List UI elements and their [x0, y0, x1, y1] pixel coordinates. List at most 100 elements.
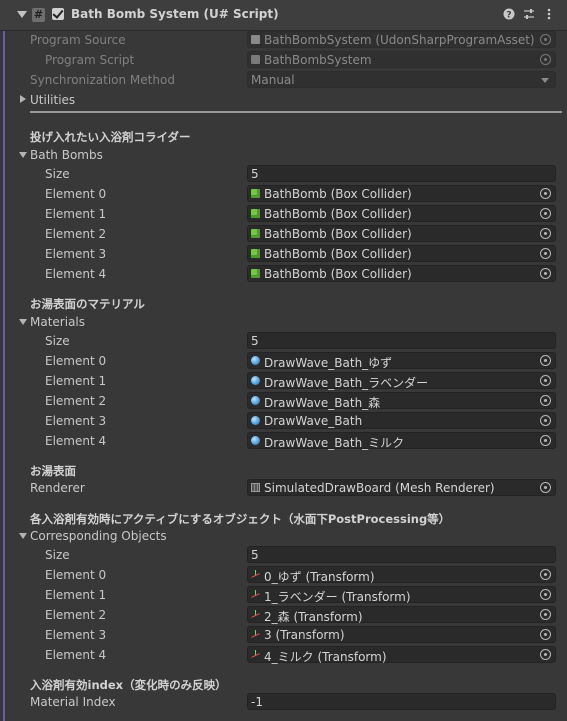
object-picker-icon[interactable] [540, 629, 551, 640]
materials-element-row: Element 2 DrawWave_Bath_森 [0, 391, 567, 411]
objects-element-row: Element 2 2_森 (Transform) [0, 605, 567, 625]
bath-bombs-element-row: Element 0 BathBomb (Box Collider) [0, 184, 567, 204]
object-field-value[interactable]: 3 (Transform) [264, 628, 345, 642]
material-object-field[interactable]: DrawWave_Bath_ミルク [247, 432, 556, 451]
material-index-label: Material Index [30, 695, 116, 709]
material-object-field[interactable]: DrawWave_Bath [247, 412, 556, 429]
bath-bomb-object-field[interactable]: BathBomb (Box Collider) [247, 265, 556, 282]
materials-element-row: Element 0 DrawWave_Bath_ゆず [0, 351, 567, 371]
transform-object-field[interactable]: 3 (Transform) [247, 626, 556, 643]
component-enabled-checkbox[interactable] [52, 8, 64, 20]
component-header[interactable]: # Bath Bomb System (U# Script) ? [0, 0, 567, 31]
chevron-down-icon[interactable] [19, 533, 27, 539]
objects-size-row: Size 5 [0, 545, 567, 565]
size-label: Size [45, 167, 70, 181]
object-picker-icon[interactable] [540, 228, 551, 239]
chevron-down-icon[interactable] [19, 152, 27, 158]
object-field-value[interactable]: BathBomb (Box Collider) [264, 187, 412, 201]
object-field-value[interactable]: DrawWave_Bath_ゆず [264, 354, 392, 371]
object-picker-icon[interactable] [540, 395, 551, 406]
surface-header: お湯表面 [30, 464, 76, 478]
object-field-value[interactable]: 0_ゆず (Transform) [264, 568, 375, 585]
objects-foldout[interactable]: Corresponding Objects [0, 526, 567, 546]
program-script-row: Program Script BathBombSystem [0, 50, 567, 70]
object-picker-icon[interactable] [540, 589, 551, 600]
material-index-value[interactable]: -1 [251, 695, 263, 709]
bath-bombs-foldout[interactable]: Bath Bombs [0, 145, 567, 165]
chevron-down-icon [541, 78, 549, 83]
object-picker-icon[interactable] [540, 415, 551, 426]
bath-bomb-object-field[interactable]: BathBomb (Box Collider) [247, 245, 556, 262]
bath-bomb-object-field[interactable]: BathBomb (Box Collider) [247, 205, 556, 222]
bath-bombs-header-row: 投げ入れたい入浴剤コライダー [0, 126, 567, 146]
object-picker-icon[interactable] [540, 375, 551, 386]
object-picker-icon [540, 54, 551, 65]
bath-bombs-size-input[interactable]: 5 [247, 165, 556, 182]
bath-bomb-object-field[interactable]: BathBomb (Box Collider) [247, 185, 556, 202]
help-icon[interactable]: ? [503, 8, 515, 22]
bath-bombs-list-label[interactable]: Bath Bombs [30, 148, 103, 162]
box-collider-icon [251, 249, 260, 258]
objects-size-input[interactable]: 5 [247, 546, 556, 563]
materials-size-row: Size 5 [0, 331, 567, 351]
material-object-field[interactable]: DrawWave_Bath_森 [247, 392, 556, 411]
object-field-value[interactable]: 1_ラベンダー (Transform) [264, 588, 411, 605]
program-script-label: Program Script [45, 53, 135, 67]
object-field-value[interactable]: DrawWave_Bath_森 [264, 394, 380, 411]
chevron-down-icon[interactable] [19, 319, 27, 325]
chevron-right-icon[interactable] [20, 95, 26, 103]
element-label: Element 0 [45, 187, 107, 201]
object-picker-icon[interactable] [540, 435, 551, 446]
utilities-foldout[interactable]: Utilities [0, 90, 567, 110]
bath-bomb-object-field[interactable]: BathBomb (Box Collider) [247, 225, 556, 242]
objects-list-label[interactable]: Corresponding Objects [30, 529, 167, 543]
materials-list-label[interactable]: Materials [30, 315, 85, 329]
transform-object-field[interactable]: 2_森 (Transform) [247, 606, 556, 625]
kebab-menu-icon[interactable] [543, 8, 555, 22]
program-source-field: BathBombSystem (UdonSharpProgramAsset) [247, 31, 556, 48]
material-index-input[interactable]: -1 [247, 693, 556, 710]
sliders-icon[interactable] [523, 8, 535, 22]
object-picker-icon[interactable] [540, 569, 551, 580]
element-label: Element 0 [45, 354, 107, 368]
object-picker-icon[interactable] [540, 248, 551, 259]
index-header-row: 入浴剤有効index（変化時のみ反映） [0, 674, 567, 694]
script-file-icon [251, 55, 260, 64]
object-field-value[interactable]: BathBomb (Box Collider) [264, 247, 412, 261]
object-field-value[interactable]: SimulatedDrawBoard (Mesh Renderer) [264, 481, 495, 495]
object-picker-icon[interactable] [540, 609, 551, 620]
size-value[interactable]: 5 [251, 167, 259, 181]
object-field-value[interactable]: BathBomb (Box Collider) [264, 207, 412, 221]
object-picker-icon[interactable] [540, 355, 551, 366]
collapse-arrow-icon[interactable] [17, 11, 27, 18]
size-value[interactable]: 5 [251, 334, 259, 348]
renderer-row: Renderer SimulatedDrawBoard (Mesh Render… [0, 478, 567, 498]
object-field-value[interactable]: BathBomb (Box Collider) [264, 227, 412, 241]
object-field-value[interactable]: BathBomb (Box Collider) [264, 267, 412, 281]
size-value[interactable]: 5 [251, 548, 259, 562]
object-picker-icon[interactable] [540, 268, 551, 279]
renderer-object-field[interactable]: SimulatedDrawBoard (Mesh Renderer) [247, 479, 556, 496]
transform-object-field[interactable]: 1_ラベンダー (Transform) [247, 586, 556, 605]
object-field-value[interactable]: 2_森 (Transform) [264, 608, 363, 625]
material-index-row: Material Index -1 [0, 692, 567, 712]
transform-object-field[interactable]: 4_ミルク (Transform) [247, 646, 556, 665]
object-field-value[interactable]: DrawWave_Bath [264, 414, 362, 428]
transform-object-field[interactable]: 0_ゆず (Transform) [247, 566, 556, 585]
material-object-field[interactable]: DrawWave_Bath_ゆず [247, 352, 556, 371]
object-field-value[interactable]: DrawWave_Bath_ミルク [264, 434, 404, 451]
materials-size-input[interactable]: 5 [247, 332, 556, 349]
object-picker-icon[interactable] [540, 482, 551, 493]
object-picker-icon[interactable] [540, 649, 551, 660]
object-picker-icon[interactable] [540, 208, 551, 219]
object-field-value[interactable]: DrawWave_Bath_ラベンダー [264, 374, 428, 391]
element-label: Element 2 [45, 608, 107, 622]
object-picker-icon[interactable] [540, 188, 551, 199]
object-field-value[interactable]: 4_ミルク (Transform) [264, 648, 387, 665]
element-label: Element 1 [45, 374, 107, 388]
element-label: Element 2 [45, 394, 107, 408]
utilities-label[interactable]: Utilities [30, 93, 75, 107]
material-sphere-icon [251, 436, 260, 445]
materials-foldout[interactable]: Materials [0, 312, 567, 332]
material-object-field[interactable]: DrawWave_Bath_ラベンダー [247, 372, 556, 391]
